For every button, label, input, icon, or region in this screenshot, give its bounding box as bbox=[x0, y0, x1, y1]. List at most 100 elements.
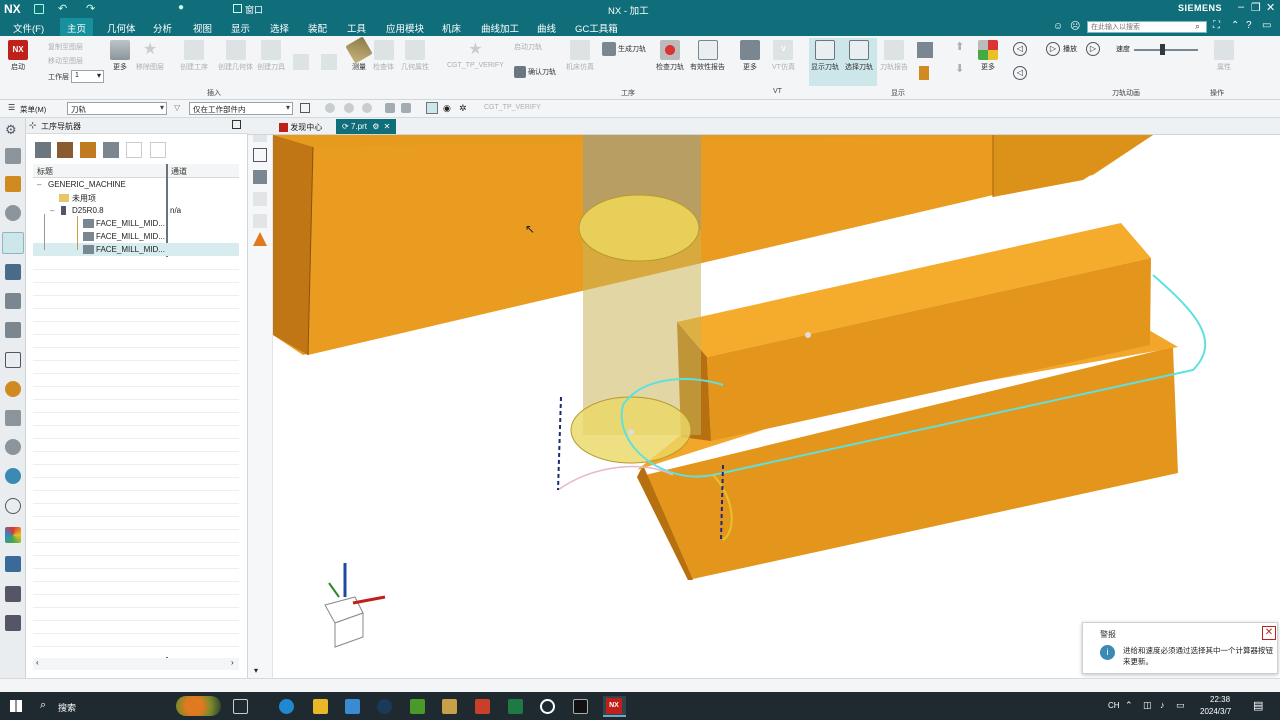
mic-icon[interactable]: ● bbox=[178, 2, 184, 13]
collapse-ribbon-icon[interactable]: ⌃ bbox=[1231, 20, 1239, 31]
tab-part-file[interactable]: ⟳ 7.prt ⚙ ✕ bbox=[336, 119, 397, 134]
dock-icon[interactable]: ▭ bbox=[1262, 20, 1271, 31]
arrow-down-icon[interactable]: ⬇ bbox=[955, 62, 964, 75]
validity-report-button[interactable]: 有效性报告 bbox=[690, 40, 725, 72]
help-cycle-icon[interactable]: ☹ bbox=[1070, 21, 1080, 32]
eye-icon[interactable]: ◉ bbox=[443, 103, 451, 114]
step-back-icon[interactable]: ◁ bbox=[1013, 42, 1027, 56]
move-layer-button[interactable]: 移动至图层 bbox=[48, 56, 83, 66]
obs-icon[interactable] bbox=[540, 699, 555, 714]
scroll-down-icon[interactable]: ▾ bbox=[254, 666, 258, 675]
menu-select[interactable]: 选择 bbox=[270, 21, 289, 35]
cube-outline-icon[interactable] bbox=[5, 352, 21, 368]
scope-select[interactable]: 仅在工作部件内 bbox=[189, 102, 293, 115]
view-tool-5-icon[interactable] bbox=[253, 214, 267, 228]
column-channel-header[interactable]: 通道 bbox=[167, 164, 239, 178]
copy-layer-button[interactable]: 复制至图层 bbox=[48, 42, 83, 52]
menu-dropdown[interactable]: 菜单(M) bbox=[20, 104, 46, 115]
tab-discover[interactable]: 发现中心 bbox=[273, 119, 328, 134]
settings-icon[interactable]: ⚙ bbox=[5, 122, 21, 138]
method-view-icon[interactable] bbox=[103, 142, 119, 158]
capcut-icon[interactable] bbox=[573, 699, 588, 714]
edge-browser-icon[interactable] bbox=[279, 699, 294, 714]
properties-button[interactable]: 属性 bbox=[1214, 40, 1234, 72]
cube-icon[interactable] bbox=[385, 103, 395, 113]
history-icon[interactable] bbox=[5, 498, 21, 514]
feature-nav-icon[interactable] bbox=[5, 293, 21, 309]
view-tool-3-icon[interactable] bbox=[253, 170, 267, 184]
systray-chevron-icon[interactable]: ⌃ bbox=[1125, 700, 1133, 711]
window-menu[interactable]: 窗口 bbox=[245, 3, 263, 16]
snap2-icon[interactable] bbox=[344, 103, 354, 113]
menu-machine[interactable]: 机床 bbox=[442, 21, 461, 35]
fullscreen-icon[interactable]: ⛶ bbox=[1213, 20, 1220, 31]
menu-file[interactable]: 文件(F) bbox=[13, 21, 44, 35]
palette-icon[interactable] bbox=[5, 410, 21, 426]
search-taskbar-icon[interactable]: ⌕ bbox=[40, 699, 46, 712]
menu-home[interactable]: 主页 bbox=[60, 18, 94, 36]
program-view-icon[interactable] bbox=[35, 142, 51, 158]
cgt-verify-button[interactable]: ★ CGT_TP_VERIFY bbox=[447, 40, 504, 69]
analysis-icon[interactable] bbox=[5, 556, 21, 572]
redo-icon[interactable]: ↷ bbox=[86, 2, 95, 15]
vt-sim-button[interactable]: V VT仿真 bbox=[772, 40, 795, 72]
create-operation-button[interactable]: 创建工序 bbox=[180, 40, 208, 72]
hide-path-icon[interactable]: ✲ bbox=[459, 103, 467, 114]
menu-view[interactable]: 视图 bbox=[193, 21, 212, 35]
roles-icon[interactable] bbox=[5, 381, 21, 397]
maximize-panel-icon[interactable] bbox=[232, 120, 241, 129]
minimize-icon[interactable]: – bbox=[1238, 1, 1244, 13]
nx-taskbar-button[interactable]: NX bbox=[603, 696, 626, 717]
view-tool-4-icon[interactable] bbox=[253, 192, 267, 206]
arrow-up-icon[interactable]: ⬆ bbox=[955, 40, 964, 53]
close-icon[interactable]: ✕ bbox=[1266, 1, 1275, 14]
taskbar-search-label[interactable]: 搜索 bbox=[58, 701, 76, 714]
select-type-icon[interactable] bbox=[300, 103, 310, 113]
scroll-right-icon[interactable]: › bbox=[231, 658, 234, 667]
folder-taskbar-icon[interactable] bbox=[442, 699, 457, 714]
battery-icon[interactable]: ▭ bbox=[1176, 700, 1185, 711]
alert-close-icon[interactable]: ✕ bbox=[1262, 626, 1276, 640]
collapse-toggle-icon[interactable]: – bbox=[50, 206, 54, 215]
play-icon[interactable]: ▷ bbox=[1046, 42, 1060, 56]
rewind-icon[interactable]: ◁ bbox=[1013, 66, 1027, 80]
menu-gc-toolbox[interactable]: GC工具箱 bbox=[575, 21, 618, 35]
horizontal-scrollbar[interactable]: ‹ › bbox=[33, 658, 239, 670]
restore-icon[interactable]: ❐ bbox=[1251, 1, 1261, 14]
minecraft-icon[interactable] bbox=[410, 699, 425, 714]
tree-row-operation[interactable]: FACE_MILL_MID... bbox=[33, 230, 239, 243]
pin-icon[interactable]: ⊹ bbox=[29, 120, 37, 131]
steam-icon[interactable] bbox=[377, 699, 392, 714]
windows-start-icon[interactable] bbox=[10, 700, 22, 712]
tree-row-operation[interactable]: FACE_MILL_MID... bbox=[33, 217, 239, 230]
menu-applications[interactable]: 应用模块 bbox=[386, 21, 424, 35]
speed-slider-thumb[interactable] bbox=[1160, 44, 1165, 55]
reuse-library-icon[interactable] bbox=[5, 205, 21, 221]
process-icon[interactable] bbox=[5, 586, 21, 602]
machine-view-icon[interactable] bbox=[57, 142, 73, 158]
feedback-icon[interactable]: ☺ bbox=[1053, 21, 1063, 32]
color-icon[interactable] bbox=[5, 527, 21, 543]
mfg-wizard-icon[interactable] bbox=[5, 322, 21, 338]
menu-analysis[interactable]: 分析 bbox=[153, 21, 172, 35]
measure-button[interactable]: 测量 bbox=[345, 36, 373, 72]
display-tool-icon[interactable] bbox=[917, 42, 933, 58]
collapse-icon[interactable] bbox=[150, 142, 166, 158]
mail-icon[interactable] bbox=[345, 699, 360, 714]
more-layer-button[interactable]: 更多 bbox=[110, 40, 130, 72]
check-body-button[interactable]: 检查体 bbox=[373, 40, 394, 72]
create-program-icon[interactable] bbox=[321, 54, 337, 70]
expand-icon[interactable] bbox=[126, 142, 142, 158]
widget-icon[interactable] bbox=[176, 696, 221, 716]
menu-assembly[interactable]: 装配 bbox=[308, 21, 327, 35]
hamburger-icon[interactable]: ☰ bbox=[8, 103, 15, 112]
undo-icon[interactable]: ↶ bbox=[58, 2, 67, 15]
excel-icon[interactable] bbox=[508, 699, 523, 714]
select-path-button[interactable]: 选择刀轨 bbox=[845, 40, 873, 72]
clock-date[interactable]: 2024/3/7 bbox=[1200, 707, 1231, 716]
part-nav-icon[interactable] bbox=[5, 176, 21, 192]
menu-display[interactable]: 显示 bbox=[231, 21, 250, 35]
menu-tools[interactable]: 工具 bbox=[347, 21, 366, 35]
tree-row-operation-selected[interactable]: FACE_MILL_MID... bbox=[33, 243, 239, 256]
tools-icon[interactable] bbox=[5, 615, 21, 631]
